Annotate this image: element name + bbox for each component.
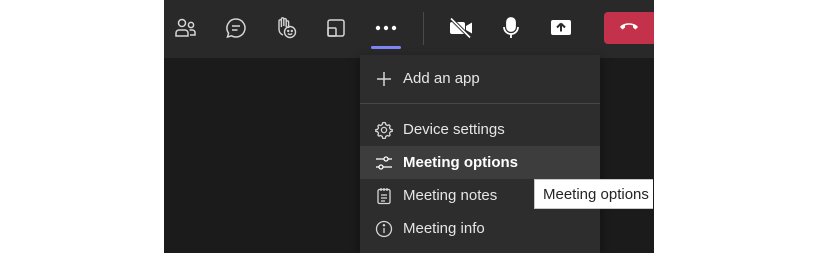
tooltip: Meeting options: [534, 179, 653, 209]
hang-up-icon: [618, 19, 640, 37]
raise-hand-icon: [274, 16, 298, 40]
menu-item-label: Add an app: [403, 70, 480, 87]
meeting-toolbar: [164, 0, 654, 58]
more-dots-icon: [375, 25, 397, 31]
menu-item-label: Meeting info: [403, 220, 485, 237]
share-button[interactable]: [541, 9, 581, 47]
leave-button[interactable]: [604, 12, 654, 44]
notes-icon: [374, 186, 394, 206]
people-icon: [174, 17, 198, 39]
info-icon: [374, 219, 394, 239]
more-options-button[interactable]: [366, 9, 406, 47]
breakout-rooms-icon: [325, 17, 347, 39]
chat-bubble-icon: [225, 17, 247, 39]
menu-item-device-settings[interactable]: Device settings: [360, 113, 600, 146]
rooms-button[interactable]: [316, 9, 356, 47]
active-indicator: [371, 46, 401, 49]
menu-item-meeting-options[interactable]: Meeting options: [360, 146, 600, 179]
camera-button[interactable]: [441, 9, 481, 47]
menu-item-meeting-info[interactable]: Meeting info: [360, 212, 600, 245]
menu-item-label: Device settings: [403, 121, 505, 138]
camera-off-icon: [448, 17, 474, 39]
mic-button[interactable]: [491, 9, 531, 47]
menu-divider: [360, 103, 600, 104]
chat-button[interactable]: [216, 9, 256, 47]
gear-icon: [374, 120, 394, 140]
menu-item-label: Meeting notes: [403, 187, 498, 204]
menu-item-add-app[interactable]: Add an app: [360, 62, 600, 95]
toolbar-divider: [423, 12, 424, 45]
share-screen-icon: [549, 18, 573, 38]
react-button[interactable]: [266, 9, 306, 47]
people-button[interactable]: [166, 9, 206, 47]
more-options-menu: Add an app Device settings Meeting optio…: [360, 55, 600, 253]
sliders-icon: [374, 153, 394, 173]
menu-item-label: Meeting options: [403, 154, 518, 171]
plus-icon: [374, 69, 394, 89]
microphone-icon: [501, 16, 521, 40]
meeting-window: Add an app Device settings Meeting optio…: [164, 0, 654, 253]
